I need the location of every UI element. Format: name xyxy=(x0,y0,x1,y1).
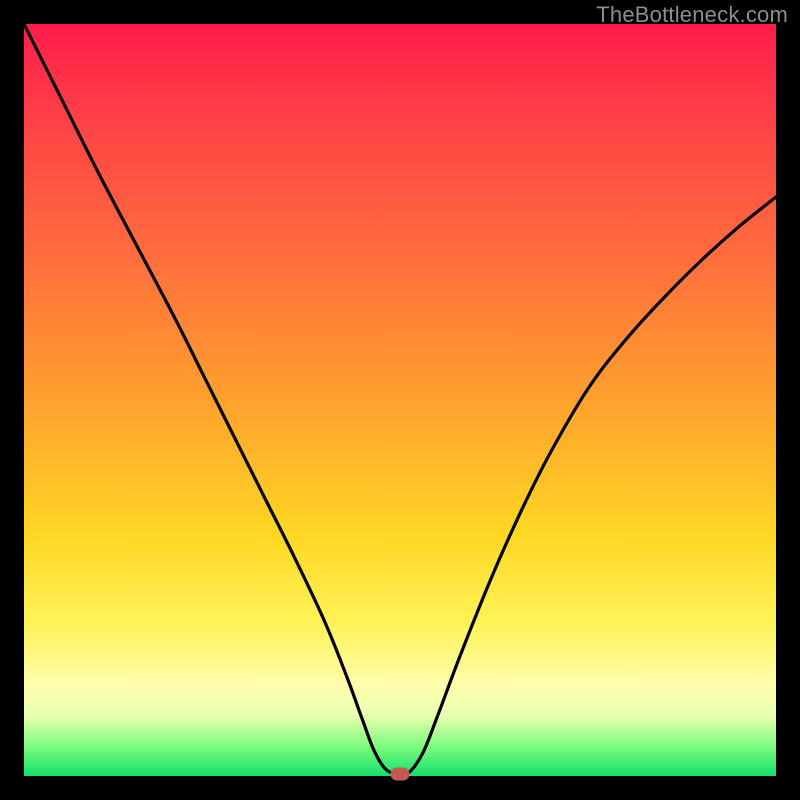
gradient-plot-area xyxy=(24,24,776,776)
watermark-text: TheBottleneck.com xyxy=(596,2,788,28)
min-marker xyxy=(391,768,410,781)
chart-frame: TheBottleneck.com xyxy=(0,0,800,800)
